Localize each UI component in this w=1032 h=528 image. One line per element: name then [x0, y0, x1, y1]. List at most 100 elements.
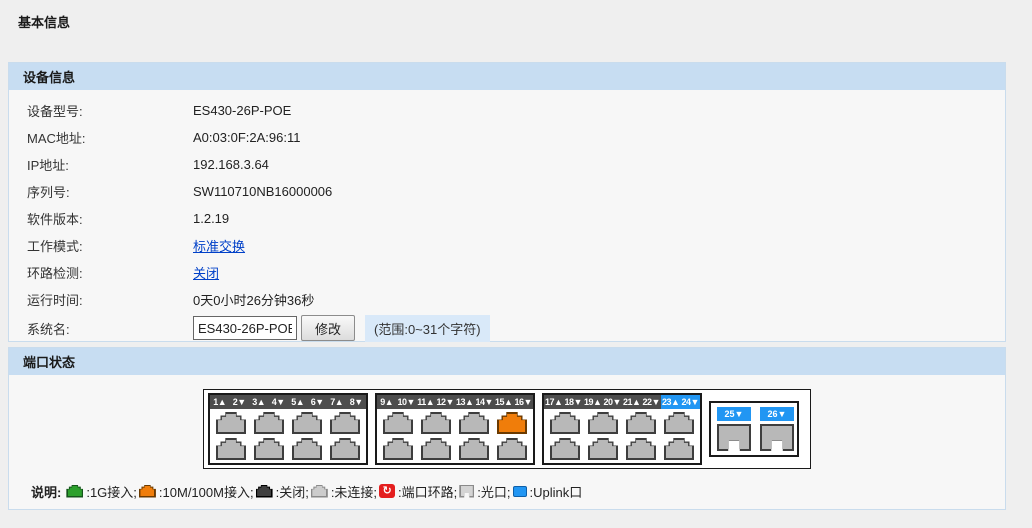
port-number-label-21: 21▲ — [622, 395, 642, 409]
port-number-label-15: 15▲ — [494, 395, 514, 409]
port-number-label-6: 6▼ — [308, 395, 328, 409]
port-19[interactable] — [588, 412, 618, 434]
optical-port-icon-fill — [461, 486, 473, 496]
modify-button[interactable]: 修改 — [301, 315, 355, 341]
legend-text-3: :未连接; — [331, 482, 377, 501]
sfp-module-25: 25▼ — [717, 407, 751, 451]
info-row-software-version: 软件版本:1.2.19 — [9, 205, 1005, 232]
legend-item-4: ↻:端口环路; — [379, 482, 457, 501]
port-block-1-grid — [210, 409, 366, 460]
info-row-device-model: 设备型号:ES430-26P-POE — [9, 97, 1005, 124]
software-version-label: 软件版本: — [27, 209, 193, 228]
port-status-header: 端口状态 — [9, 348, 1005, 375]
port-21[interactable] — [626, 412, 656, 434]
port-1[interactable] — [216, 412, 246, 434]
port-number-label-10: 10▼ — [397, 395, 417, 409]
sfp-module-26: 26▼ — [760, 407, 794, 451]
port-4[interactable] — [254, 438, 284, 460]
port-number-label-9: 9▲ — [377, 395, 397, 409]
port-16[interactable] — [497, 438, 527, 460]
1g-port-icon — [66, 485, 83, 498]
work-mode-label: 工作模式: — [27, 236, 193, 255]
uptime-value: 0天0小时26分钟36秒 — [193, 290, 314, 309]
info-row-mac-address: MAC地址:A0:03:0F:2A:96:11 — [9, 124, 1005, 151]
device-info-header: 设备信息 — [9, 63, 1005, 90]
port-5[interactable] — [292, 412, 322, 434]
mac-address-label: MAC地址: — [27, 128, 193, 147]
serial-number-label: 序列号: — [27, 182, 193, 201]
port-block-1-header: 1▲2▼3▲4▼5▲6▼7▲8▼ — [210, 395, 366, 409]
port-number-label-19: 19▲ — [583, 395, 603, 409]
legend-text-0: :1G接入; — [86, 482, 137, 501]
port-block-3-header: 17▲18▼19▲20▼21▲22▼23▲24▼ — [544, 395, 700, 409]
legend-items: :1G接入; :10M/100M接入;:关闭; :未连接;↻:端口环路; :光口; :U… — [66, 482, 584, 501]
legend-item-5: :光口; — [459, 482, 510, 501]
port-25[interactable] — [717, 424, 751, 451]
port-11[interactable] — [421, 412, 451, 434]
port-26-fill — [762, 426, 792, 449]
port-9[interactable] — [383, 412, 413, 434]
port-number-label-25: 25▼ — [717, 407, 751, 421]
legend-text-5: :光口; — [477, 482, 510, 501]
port-number-label-4: 4▼ — [269, 395, 289, 409]
legend-item-3: :未连接; — [311, 482, 377, 501]
device-model-value: ES430-26P-POE — [193, 103, 291, 118]
system-name-row: 系统名: 修改 (范围:0~31个字符) — [9, 313, 1005, 343]
port-number-label-16: 16▼ — [514, 395, 534, 409]
port-24[interactable] — [664, 438, 694, 460]
page-title: 基本信息 — [18, 12, 70, 31]
work-mode-link[interactable]: 标准交换 — [193, 236, 245, 255]
port-number-label-14: 14▼ — [475, 395, 495, 409]
port-block-3-grid — [544, 409, 700, 460]
legend-text-1: :10M/100M接入; — [159, 482, 254, 501]
port-number-label-24: 24▼ — [681, 395, 701, 409]
ip-address-label: IP地址: — [27, 155, 193, 174]
port-number-label-5: 5▲ — [288, 395, 308, 409]
port-7[interactable] — [330, 412, 360, 434]
legend-item-2: :关闭; — [256, 482, 309, 501]
port-number-label-20: 20▼ — [603, 395, 623, 409]
port-number-label-18: 18▼ — [564, 395, 584, 409]
sfp-box: 25▼ 26▼ — [709, 401, 799, 457]
system-name-input[interactable] — [193, 316, 297, 340]
port-8[interactable] — [330, 438, 360, 460]
info-row-work-mode: 工作模式:标准交换 — [9, 232, 1005, 259]
legend-item-6: :Uplink口 — [513, 482, 583, 501]
port-6[interactable] — [292, 438, 322, 460]
port-14[interactable] — [459, 438, 489, 460]
closed-port-icon — [256, 485, 273, 498]
port-3[interactable] — [254, 412, 284, 434]
device-model-label: 设备型号: — [27, 101, 193, 120]
loop-detect-label: 环路检测: — [27, 263, 193, 282]
port-12[interactable] — [421, 438, 451, 460]
system-name-hint: (范围:0~31个字符) — [365, 315, 490, 342]
port-number-label-22: 22▼ — [642, 395, 662, 409]
port-block-2-header: 9▲10▼11▲12▼13▲14▼15▲16▼ — [377, 395, 533, 409]
loop-detect-link[interactable]: 关闭 — [193, 263, 219, 282]
port-23[interactable] — [664, 412, 694, 434]
port-block-2-grid — [377, 409, 533, 460]
port-17[interactable] — [550, 412, 580, 434]
port-13[interactable] — [459, 412, 489, 434]
port-22[interactable] — [626, 438, 656, 460]
port-block-2: 9▲10▼11▲12▼13▲14▼15▲16▼ — [375, 393, 535, 465]
ip-address-value: 192.168.3.64 — [193, 157, 269, 172]
port-10[interactable] — [383, 438, 413, 460]
port-15[interactable] — [497, 412, 527, 434]
port-number-label-1: 1▲ — [210, 395, 230, 409]
port-26[interactable] — [760, 424, 794, 451]
unconnected-port-icon — [311, 485, 328, 498]
info-row-serial-number: 序列号:SW110710NB16000006 — [9, 178, 1005, 205]
port-number-label-7: 7▲ — [327, 395, 347, 409]
port-number-label-17: 17▲ — [544, 395, 564, 409]
legend-text-6: :Uplink口 — [530, 482, 583, 501]
info-row-ip-address: IP地址:192.168.3.64 — [9, 151, 1005, 178]
port-2[interactable] — [216, 438, 246, 460]
port-number-label-12: 12▼ — [436, 395, 456, 409]
port-18[interactable] — [550, 438, 580, 460]
legend-item-0: :1G接入; — [66, 482, 137, 501]
port-number-label-8: 8▼ — [347, 395, 367, 409]
port-20[interactable] — [588, 438, 618, 460]
optical-port-icon — [459, 485, 474, 498]
port-number-label-26: 26▼ — [760, 407, 794, 421]
